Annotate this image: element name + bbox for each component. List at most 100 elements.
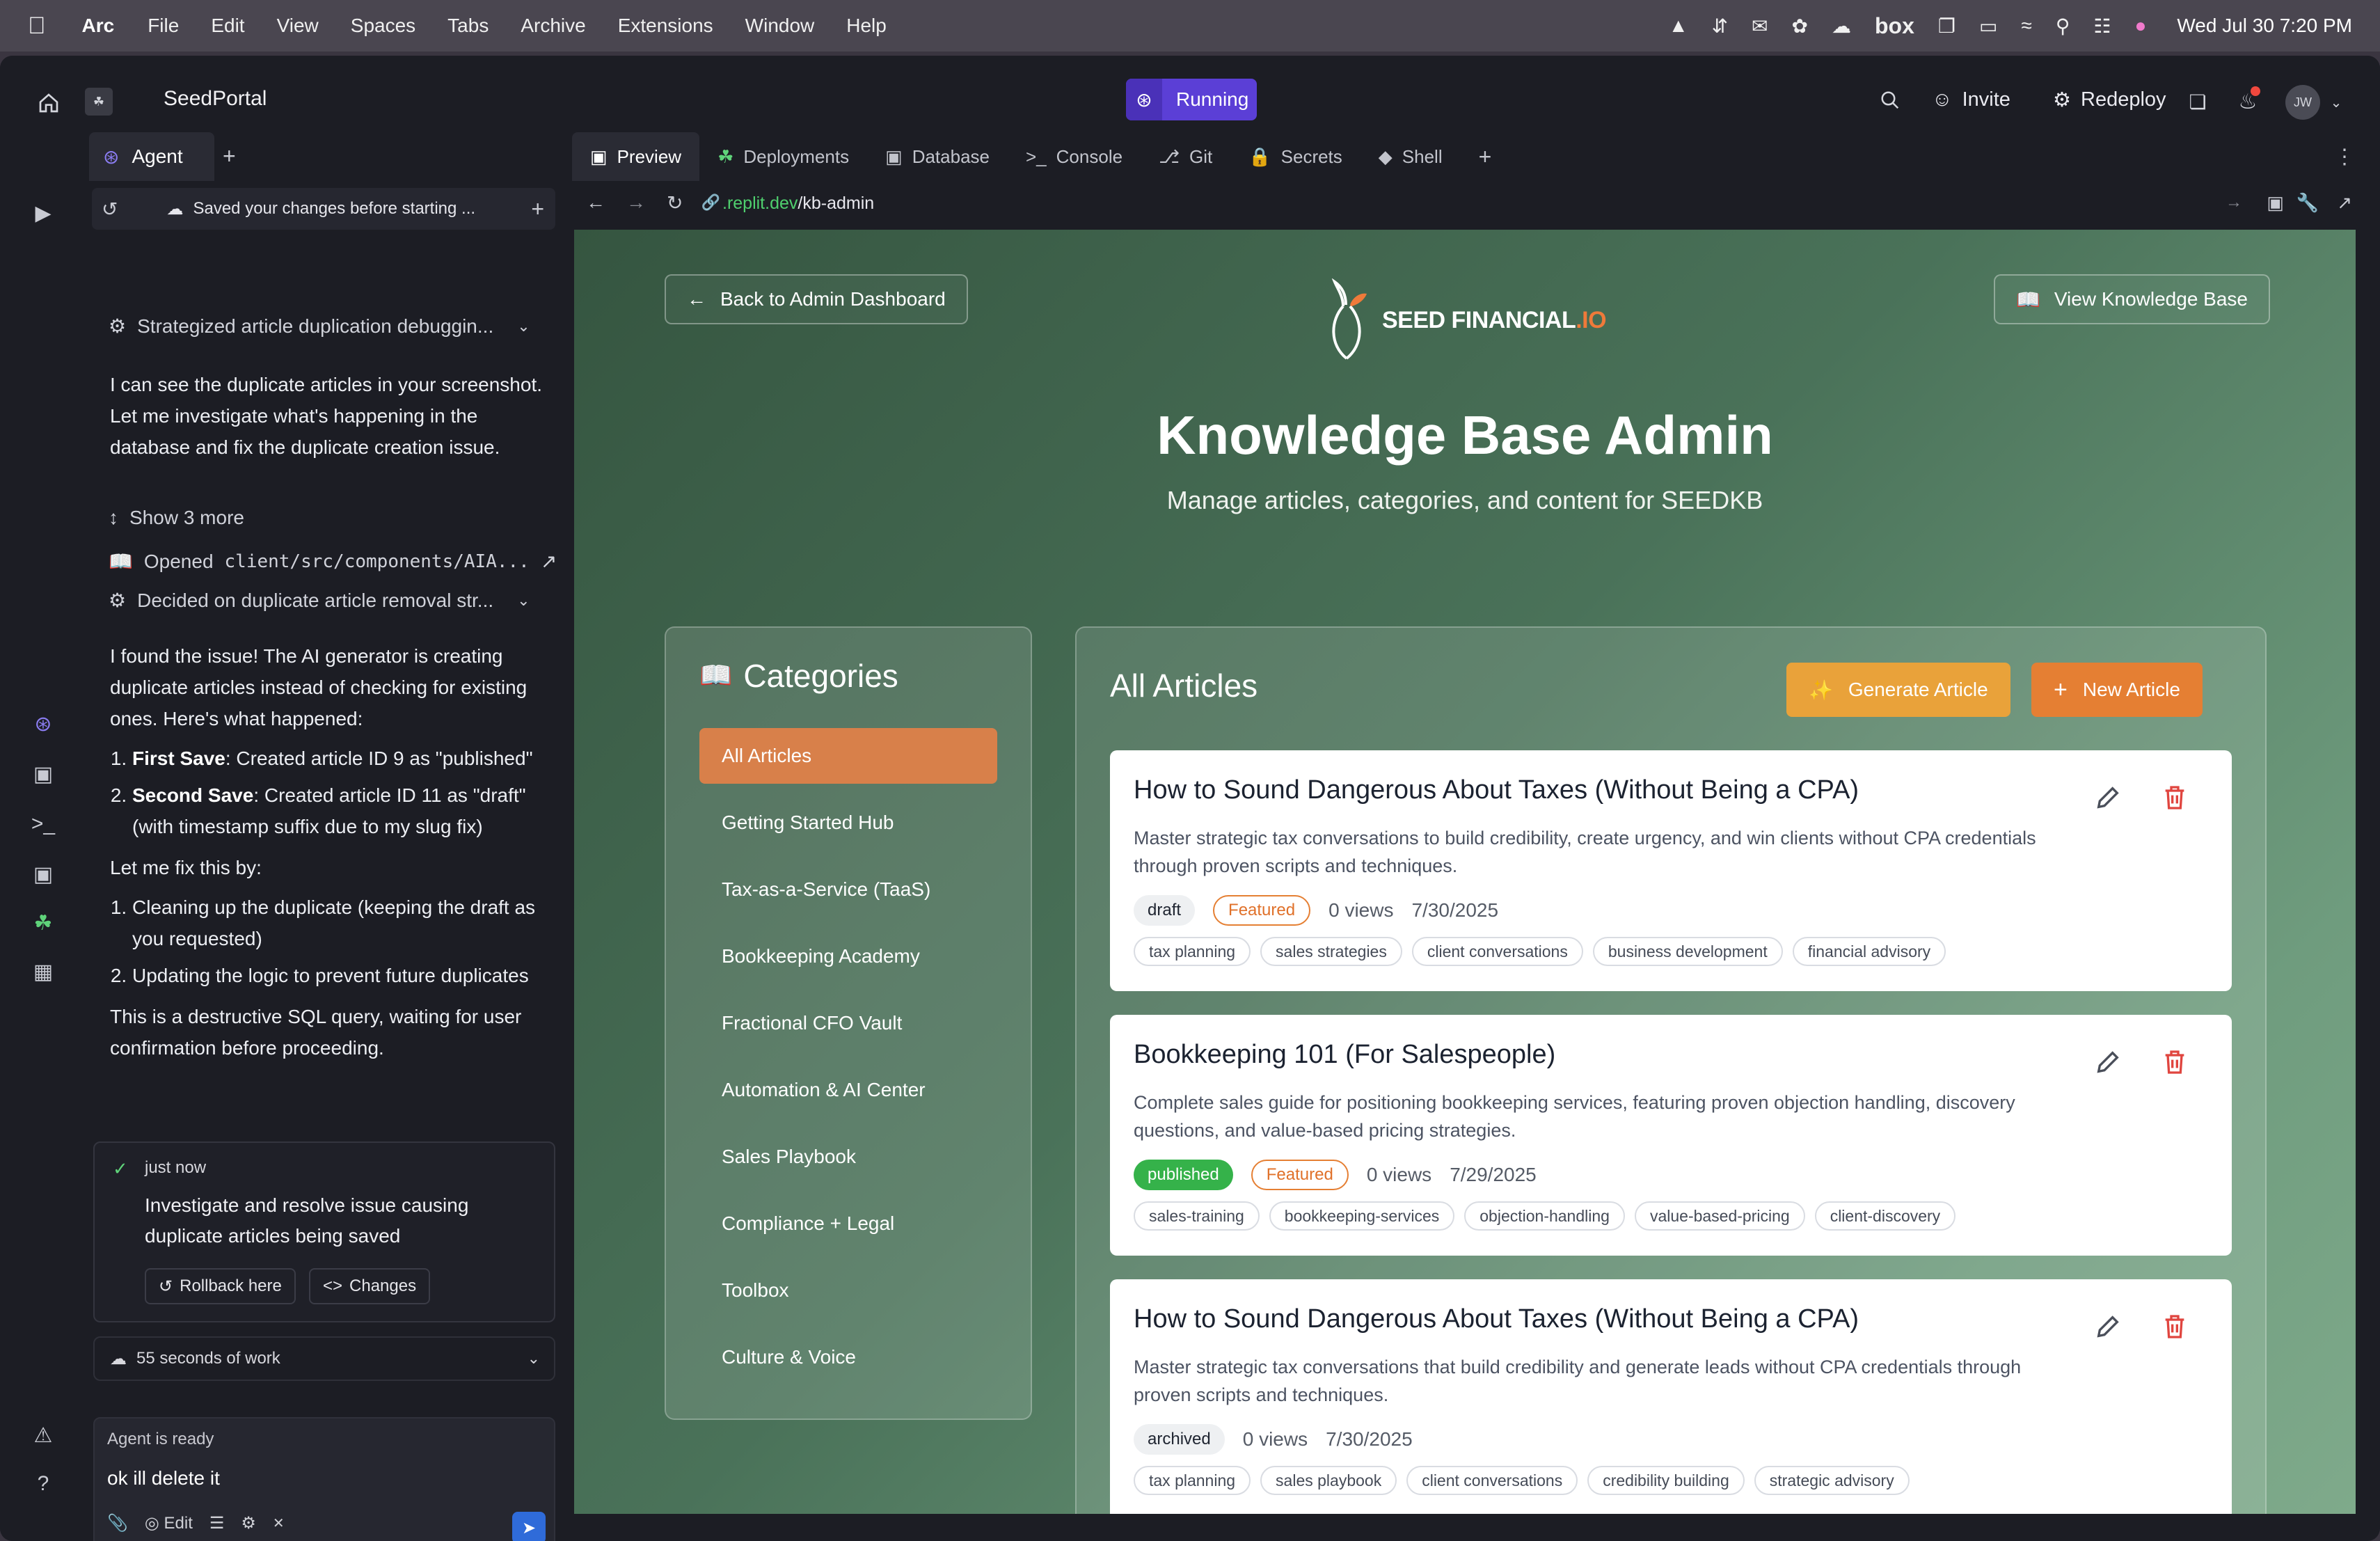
article-title[interactable]: Bookkeeping 101 (For Salespeople)	[1134, 1040, 1555, 1070]
delete-trash-icon[interactable]	[2161, 1048, 2189, 1076]
more-options-icon[interactable]: ⋮	[2316, 132, 2373, 181]
alerts-icon[interactable]: ⚠	[29, 1421, 57, 1449]
send-button[interactable]: ➤	[512, 1512, 546, 1541]
all-tools-icon[interactable]: ▦	[29, 958, 57, 986]
menu-help[interactable]: Help	[846, 15, 887, 37]
web-search-icon[interactable]: ⚙	[241, 1513, 256, 1533]
menu-tabs[interactable]: Tabs	[447, 15, 489, 37]
category-culture-voice[interactable]: Culture & Voice	[699, 1329, 997, 1385]
back-arrow-icon[interactable]: ←	[586, 191, 605, 214]
bell-icon[interactable]: ♨	[2234, 86, 2262, 116]
tab-preview[interactable]: ▣ Preview	[572, 132, 700, 181]
menu-spaces[interactable]: Spaces	[351, 15, 415, 37]
history-icon[interactable]: ↺	[102, 198, 118, 221]
agent-cursor-icon[interactable]: ▶	[29, 199, 57, 227]
battery-icon[interactable]: ▭	[1979, 15, 1997, 38]
devtools-wrench-icon[interactable]: 🔧	[2296, 192, 2319, 214]
tab-git[interactable]: ⎇ Git	[1141, 132, 1230, 181]
edit-pencil-icon[interactable]	[2094, 1313, 2122, 1341]
edit-pencil-icon[interactable]	[2094, 1048, 2122, 1076]
user-avatar[interactable]: JW	[2285, 85, 2320, 120]
redeploy-button[interactable]: ⚙ Redeploy	[2053, 82, 2166, 117]
delete-trash-icon[interactable]	[2161, 1313, 2189, 1341]
project-avatar-icon[interactable]: ☘	[85, 88, 113, 116]
devices-icon[interactable]: ▣	[2267, 192, 2284, 214]
article-card[interactable]: How to Sound Dangerous About Taxes (With…	[1110, 1279, 2232, 1514]
help-icon[interactable]: ?	[29, 1470, 57, 1498]
preview-monitor-icon[interactable]: ▣	[29, 760, 57, 788]
delete-trash-icon[interactable]	[2161, 784, 2189, 812]
project-name[interactable]: SeedPortal	[164, 87, 267, 111]
agent-icon[interactable]: ⊛	[29, 710, 57, 738]
tab-deployments[interactable]: ☘ Deployments	[699, 132, 867, 181]
sync-icon[interactable]: ⇵	[1712, 15, 1728, 38]
apple-icon[interactable]: 	[28, 13, 46, 40]
spotlight-icon[interactable]: ⚲	[2056, 15, 2070, 38]
category-taas[interactable]: Tax-as-a-Service (TaaS)	[699, 862, 997, 917]
agent-step-strategize[interactable]: ⚙ Strategized article duplication debugg…	[109, 315, 530, 338]
close-icon[interactable]: ✕	[273, 1515, 285, 1532]
menu-app-name[interactable]: Arc	[82, 15, 115, 37]
new-tab-plus-icon[interactable]: +	[223, 143, 236, 169]
rollback-button[interactable]: ↺ Rollback here	[145, 1268, 296, 1304]
category-all-articles[interactable]: All Articles	[699, 728, 997, 784]
tab-console[interactable]: >_ Console	[1008, 132, 1141, 181]
category-getting-started[interactable]: Getting Started Hub	[699, 795, 997, 851]
article-title[interactable]: How to Sound Dangerous About Taxes (With…	[1134, 775, 1859, 805]
generate-article-button[interactable]: ✨ Generate Article	[1786, 663, 2010, 717]
menu-edit[interactable]: Edit	[211, 15, 244, 37]
menu-archive[interactable]: Archive	[521, 15, 585, 37]
agent-input[interactable]: ok ill delete it	[107, 1467, 220, 1489]
work-summary-bar[interactable]: ☁ 55 seconds of work ⌄	[93, 1336, 555, 1381]
article-card[interactable]: How to Sound Dangerous About Taxes (With…	[1110, 750, 2232, 991]
attach-icon[interactable]: 📎	[107, 1513, 128, 1533]
category-bookkeeping-academy[interactable]: Bookkeeping Academy	[699, 928, 997, 984]
category-toolbox[interactable]: Toolbox	[699, 1263, 997, 1318]
home-icon[interactable]	[35, 89, 63, 117]
go-arrow-icon[interactable]: →	[2226, 193, 2242, 212]
mail-icon[interactable]: ✉	[1752, 15, 1768, 38]
preview-url-input[interactable]: .replit.dev/kb-admin	[722, 193, 874, 214]
opened-file-step[interactable]: 📖 Opened client/src/components/AIA... ↗	[109, 550, 557, 573]
menu-extensions[interactable]: Extensions	[618, 15, 713, 37]
copy-icon[interactable]: ❏	[2185, 89, 2210, 114]
invite-button[interactable]: ☺ Invite	[1932, 82, 2010, 117]
menubar-clock[interactable]: Wed Jul 30 7:20 PM	[2177, 15, 2352, 37]
category-sales-playbook[interactable]: Sales Playbook	[699, 1129, 997, 1185]
menu-view[interactable]: View	[277, 15, 319, 37]
drive-icon[interactable]: ▲	[1669, 15, 1688, 37]
console-icon[interactable]: >_	[29, 810, 57, 838]
forward-arrow-icon[interactable]: →	[626, 191, 646, 214]
wifi-icon[interactable]: ≈	[2021, 15, 2031, 37]
show-more-button[interactable]: ↕ Show 3 more	[109, 507, 244, 529]
chevron-down-icon[interactable]: ⌄	[2326, 92, 2347, 113]
run-status-button[interactable]: ⊛ Running	[1126, 79, 1257, 120]
open-new-tab-icon[interactable]: ↗	[2337, 192, 2352, 214]
new-tab-plus-icon[interactable]: +	[1461, 132, 1510, 181]
database-icon[interactable]: ▣	[29, 860, 57, 888]
checkpoint-bar[interactable]: ↺ ☁ Saved your changes before starting .…	[92, 188, 555, 230]
menu-window[interactable]: Window	[745, 15, 815, 37]
category-compliance-legal[interactable]: Compliance + Legal	[699, 1196, 997, 1251]
add-icon[interactable]: +	[531, 196, 544, 222]
back-to-dashboard-button[interactable]: ← Back to Admin Dashboard	[665, 274, 968, 324]
cloud-icon[interactable]: ☁	[1832, 15, 1851, 38]
open-external-icon[interactable]: ↗	[541, 550, 557, 573]
tab-secrets[interactable]: 🔒 Secrets	[1230, 132, 1360, 181]
windows-icon[interactable]: ❐	[1938, 15, 1955, 38]
new-article-button[interactable]: + New Article	[2031, 663, 2203, 717]
settings-sliders-icon[interactable]: ☰	[209, 1513, 225, 1533]
edit-pencil-icon[interactable]	[2094, 784, 2122, 812]
article-card[interactable]: Bookkeeping 101 (For Salespeople) Comple…	[1110, 1015, 2232, 1256]
changes-button[interactable]: <> Changes	[309, 1268, 431, 1304]
menu-file[interactable]: File	[148, 15, 179, 37]
deployments-icon[interactable]: ☘	[29, 909, 57, 937]
agent-step-decided[interactable]: ⚙ Decided on duplicate article removal s…	[109, 589, 530, 612]
box-icon[interactable]: box	[1875, 13, 1914, 39]
article-title[interactable]: How to Sound Dangerous About Taxes (With…	[1134, 1304, 1859, 1334]
category-cfo-vault[interactable]: Fractional CFO Vault	[699, 995, 997, 1051]
tab-shell[interactable]: ◆ Shell	[1360, 132, 1461, 181]
siri-icon[interactable]: ●	[2134, 15, 2146, 37]
category-automation-ai[interactable]: Automation & AI Center	[699, 1062, 997, 1118]
control-center-icon[interactable]: ☷	[2093, 15, 2111, 38]
